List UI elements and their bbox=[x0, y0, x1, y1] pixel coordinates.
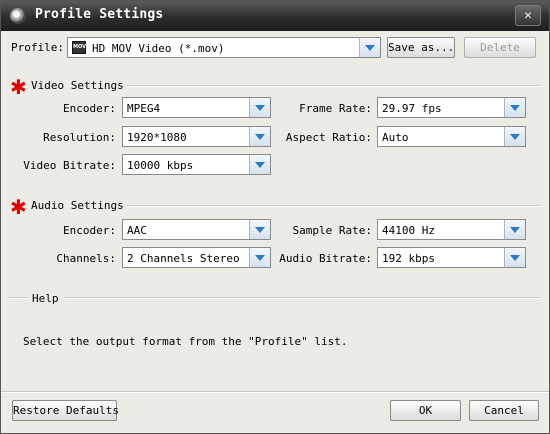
frame-rate-select[interactable]: 29.97 fps bbox=[377, 97, 526, 118]
audio-encoder-value: AAC bbox=[127, 224, 147, 237]
resolution-label: Resolution: bbox=[43, 131, 116, 144]
chevron-down-icon[interactable] bbox=[504, 98, 525, 117]
video-encoder-select[interactable]: MPEG4 bbox=[122, 97, 271, 118]
chevron-down-icon[interactable] bbox=[504, 127, 525, 146]
close-button[interactable]: ✕ bbox=[515, 5, 541, 26]
required-star-icon: ✱ bbox=[10, 75, 27, 99]
chevron-down-icon[interactable] bbox=[504, 248, 525, 267]
window-title: Profile Settings bbox=[35, 7, 164, 22]
title-bar[interactable]: Profile Settings ✕ bbox=[1, 1, 549, 31]
cancel-button[interactable]: Cancel bbox=[469, 400, 539, 421]
app-logo-icon bbox=[10, 8, 26, 24]
video-encoder-label: Encoder: bbox=[63, 102, 116, 115]
footer-divider bbox=[1, 391, 549, 393]
profile-value: HD MOV Video (*.mov) bbox=[92, 42, 225, 55]
help-title: Help bbox=[32, 292, 59, 305]
resolution-select[interactable]: 1920*1080 bbox=[122, 126, 271, 147]
delete-button[interactable]: Delete bbox=[464, 37, 536, 58]
audio-settings-title: Audio Settings bbox=[31, 199, 124, 212]
audio-bitrate-label: Audio Bitrate: bbox=[279, 252, 372, 265]
frame-rate-value: 29.97 fps bbox=[382, 102, 442, 115]
sample-rate-select[interactable]: 44100 Hz bbox=[377, 219, 526, 240]
section-divider bbox=[9, 297, 27, 299]
sample-rate-label: Sample Rate: bbox=[292, 224, 372, 237]
audio-encoder-label: Encoder: bbox=[63, 224, 116, 237]
channels-value: 2 Channels Stereo bbox=[127, 252, 240, 265]
channels-select[interactable]: 2 Channels Stereo bbox=[122, 247, 271, 268]
chevron-down-icon[interactable] bbox=[249, 127, 270, 146]
profile-label: Profile: bbox=[11, 41, 64, 54]
aspect-ratio-value: Auto bbox=[382, 131, 409, 144]
audio-encoder-select[interactable]: AAC bbox=[122, 219, 271, 240]
chevron-down-icon[interactable] bbox=[359, 38, 380, 57]
ok-button[interactable]: OK bbox=[390, 400, 461, 421]
restore-defaults-button[interactable]: Restore Defaults bbox=[12, 400, 119, 421]
chevron-down-icon[interactable] bbox=[249, 220, 270, 239]
chevron-down-icon[interactable] bbox=[249, 98, 270, 117]
video-encoder-value: MPEG4 bbox=[127, 102, 161, 115]
section-divider bbox=[126, 85, 539, 87]
video-settings-title: Video Settings bbox=[31, 79, 124, 92]
section-divider bbox=[126, 205, 539, 207]
frame-rate-label: Frame Rate: bbox=[299, 102, 372, 115]
resolution-value: 1920*1080 bbox=[127, 131, 187, 144]
aspect-ratio-select[interactable]: Auto bbox=[377, 126, 526, 147]
channels-label: Channels: bbox=[56, 252, 116, 265]
aspect-ratio-label: Aspect Ratio: bbox=[285, 131, 372, 144]
video-bitrate-label: Video Bitrate: bbox=[23, 159, 116, 172]
section-divider bbox=[65, 297, 539, 299]
chevron-down-icon[interactable] bbox=[249, 155, 270, 174]
required-star-icon: ✱ bbox=[10, 195, 27, 219]
mov-format-icon: MOV bbox=[72, 41, 86, 54]
profile-settings-dialog: Profile Settings ✕ Profile: MOV HD MOV V… bbox=[0, 0, 550, 434]
help-text: Select the output format from the "Profi… bbox=[23, 335, 348, 348]
audio-bitrate-value: 192 kbps bbox=[382, 252, 435, 265]
chevron-down-icon[interactable] bbox=[504, 220, 525, 239]
sample-rate-value: 44100 Hz bbox=[382, 224, 435, 237]
video-bitrate-select[interactable]: 10000 kbps bbox=[122, 154, 271, 175]
video-bitrate-value: 10000 kbps bbox=[127, 159, 194, 172]
profile-select[interactable]: MOV HD MOV Video (*.mov) bbox=[67, 37, 381, 58]
chevron-down-icon[interactable] bbox=[249, 248, 270, 267]
audio-bitrate-select[interactable]: 192 kbps bbox=[377, 247, 526, 268]
save-as-button[interactable]: Save as... bbox=[387, 37, 455, 58]
